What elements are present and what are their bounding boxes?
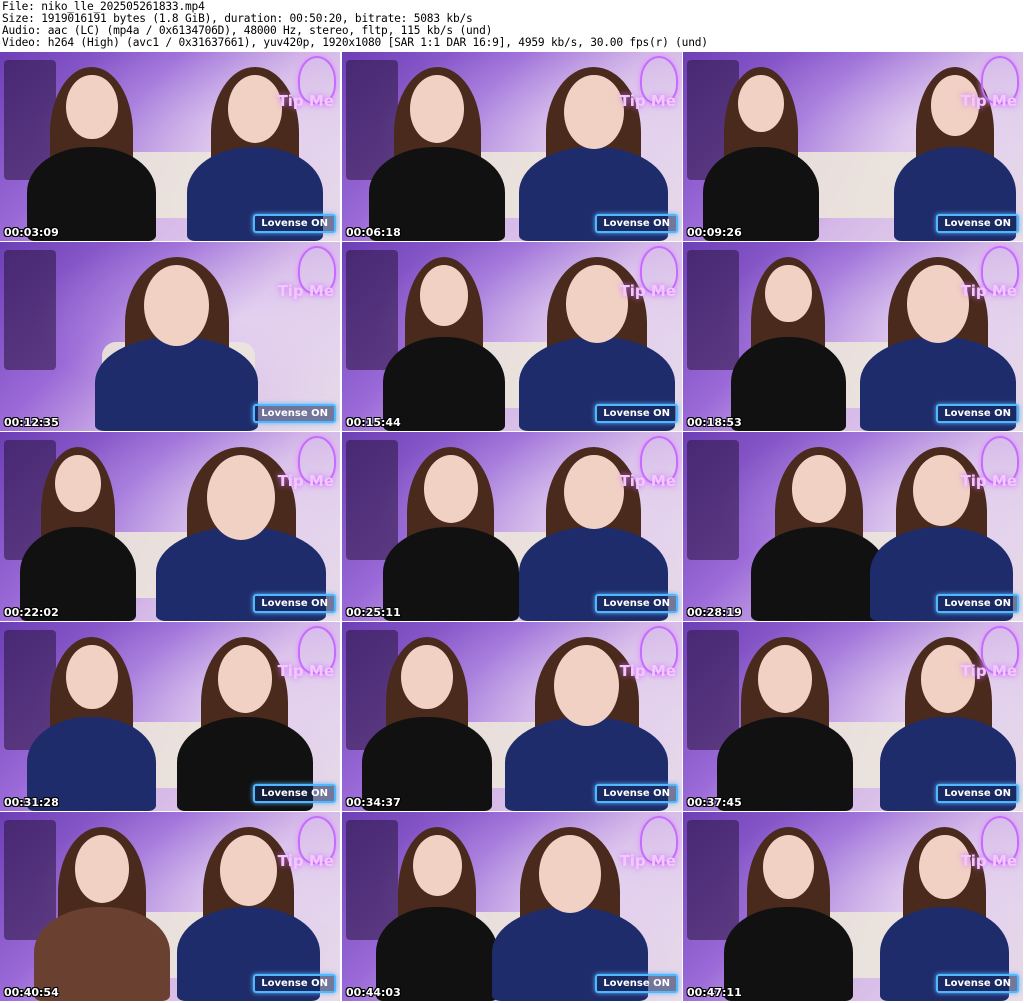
- person-face: [538, 834, 602, 913]
- video-thumbnail[interactable]: Tip Me Lovense ON 00:06:18: [342, 52, 682, 241]
- lovense-status-badge: Lovense ON: [936, 214, 1019, 233]
- lovense-status-badge: Lovense ON: [595, 594, 678, 613]
- person-face: [412, 834, 462, 896]
- thumbnail-grid: Tip Me Lovense ON 00:03:09 Tip Me Lovense ON…: [0, 52, 1024, 1003]
- lovense-status-badge: Lovense ON: [253, 404, 336, 423]
- thumbnail-timestamp: 00:12:35: [4, 416, 59, 429]
- video-thumbnail[interactable]: Tip Me Lovense ON 00:40:54: [0, 812, 340, 1001]
- lovense-status-badge: Lovense ON: [595, 214, 678, 233]
- person-face: [762, 834, 815, 900]
- thumbnail-timestamp: 00:09:26: [687, 226, 742, 239]
- person-body: [751, 526, 887, 621]
- person-face: [219, 834, 277, 907]
- lovense-status-badge: Lovense ON: [936, 404, 1019, 423]
- tip-me-label: Tip Me: [960, 852, 1017, 870]
- thumbnail-timestamp: 00:37:45: [687, 796, 742, 809]
- lovense-status-badge: Lovense ON: [253, 594, 336, 613]
- thumbnail-timestamp: 00:25:11: [346, 606, 401, 619]
- tip-me-label: Tip Me: [960, 472, 1017, 490]
- tip-menu-overlay: [687, 820, 739, 940]
- person-face: [419, 264, 469, 326]
- person-face: [423, 454, 478, 523]
- lovense-status-badge: Lovense ON: [936, 594, 1019, 613]
- tip-me-label: Tip Me: [277, 662, 334, 680]
- person-face: [217, 644, 272, 713]
- video-thumbnail[interactable]: Tip Me Lovense ON 00:12:35: [0, 242, 340, 431]
- tip-me-label: Tip Me: [619, 662, 676, 680]
- thumbnail-timestamp: 00:03:09: [4, 226, 59, 239]
- tip-me-label: Tip Me: [960, 662, 1017, 680]
- tip-menu-overlay: [346, 440, 398, 560]
- thumbnail-timestamp: 00:22:02: [4, 606, 59, 619]
- video-thumbnail[interactable]: Tip Me Lovense ON 00:18:53: [683, 242, 1023, 431]
- tip-menu-overlay: [687, 440, 739, 560]
- thumbnail-timestamp: 00:44:03: [346, 986, 401, 999]
- person-face: [765, 264, 812, 323]
- thumbnail-timestamp: 00:40:54: [4, 986, 59, 999]
- video-thumbnail[interactable]: Tip Me Lovense ON 00:25:11: [342, 432, 682, 621]
- thumbnail-timestamp: 00:28:19: [687, 606, 742, 619]
- lovense-status-badge: Lovense ON: [595, 974, 678, 993]
- tip-me-label: Tip Me: [619, 92, 676, 110]
- person-face: [563, 74, 624, 150]
- person-face: [227, 74, 283, 143]
- person-face: [401, 644, 453, 710]
- tip-menu-overlay: [4, 820, 56, 940]
- thumbnail-timestamp: 00:06:18: [346, 226, 401, 239]
- person-face: [74, 834, 130, 903]
- thumbnail-timestamp: 00:18:53: [687, 416, 742, 429]
- person-face: [410, 74, 465, 143]
- person-face: [906, 264, 970, 343]
- lovense-status-badge: Lovense ON: [936, 784, 1019, 803]
- person-face: [912, 454, 970, 527]
- person-face: [65, 74, 118, 140]
- person-face: [791, 454, 847, 523]
- video-thumbnail[interactable]: Tip Me Lovense ON 00:34:37: [342, 622, 682, 811]
- video-thumbnail[interactable]: Tip Me Lovense ON 00:47:11: [683, 812, 1023, 1001]
- person-face: [757, 644, 813, 713]
- thumbnail-timestamp: 00:34:37: [346, 796, 401, 809]
- video-thumbnail[interactable]: Tip Me Lovense ON 00:22:02: [0, 432, 340, 621]
- thumbnail-timestamp: 00:15:44: [346, 416, 401, 429]
- tip-me-label: Tip Me: [277, 282, 334, 300]
- tip-menu-overlay: [687, 250, 739, 370]
- lovense-status-badge: Lovense ON: [253, 974, 336, 993]
- file-info-header: File: niko_lle_202505261833.mp4 Size: 19…: [0, 0, 1024, 52]
- tip-me-label: Tip Me: [960, 92, 1017, 110]
- thumbnail-timestamp: 00:31:28: [4, 796, 59, 809]
- lovense-status-badge: Lovense ON: [595, 784, 678, 803]
- tip-me-label: Tip Me: [619, 852, 676, 870]
- video-thumbnail[interactable]: Tip Me Lovense ON 00:28:19: [683, 432, 1023, 621]
- person-body: [95, 336, 259, 431]
- video-thumbnail[interactable]: Tip Me Lovense ON 00:03:09: [0, 52, 340, 241]
- person-face: [563, 454, 624, 530]
- tip-me-label: Tip Me: [960, 282, 1017, 300]
- tip-me-label: Tip Me: [277, 472, 334, 490]
- lovense-status-badge: Lovense ON: [936, 974, 1019, 993]
- thumbnail-timestamp: 00:47:11: [687, 986, 742, 999]
- tip-menu-overlay: [4, 250, 56, 370]
- video-thumbnail[interactable]: Tip Me Lovense ON 00:09:26: [683, 52, 1023, 241]
- lovense-status-badge: Lovense ON: [253, 784, 336, 803]
- person-body: [382, 336, 506, 431]
- video-thumbnail[interactable]: Tip Me Lovense ON 00:15:44: [342, 242, 682, 431]
- lovense-status-badge: Lovense ON: [253, 214, 336, 233]
- tip-me-label: Tip Me: [619, 282, 676, 300]
- video-thumbnail[interactable]: Tip Me Lovense ON 00:44:03: [342, 812, 682, 1001]
- person-body: [730, 336, 847, 431]
- tip-me-label: Tip Me: [277, 92, 334, 110]
- person-body: [723, 906, 853, 1001]
- lovense-status-badge: Lovense ON: [595, 404, 678, 423]
- video-thumbnail[interactable]: Tip Me Lovense ON 00:31:28: [0, 622, 340, 811]
- person-face: [207, 454, 276, 540]
- tip-me-label: Tip Me: [277, 852, 334, 870]
- person-face: [565, 264, 629, 343]
- tip-menu-overlay: [687, 630, 739, 750]
- person-body: [382, 526, 519, 621]
- person-face: [65, 644, 118, 710]
- tip-me-label: Tip Me: [619, 472, 676, 490]
- video-thumbnail[interactable]: Tip Me Lovense ON 00:37:45: [683, 622, 1023, 811]
- video-info-line: Video: h264 (High) (avc1 / 0x31637661), …: [2, 36, 708, 49]
- tip-menu-overlay: [346, 250, 398, 370]
